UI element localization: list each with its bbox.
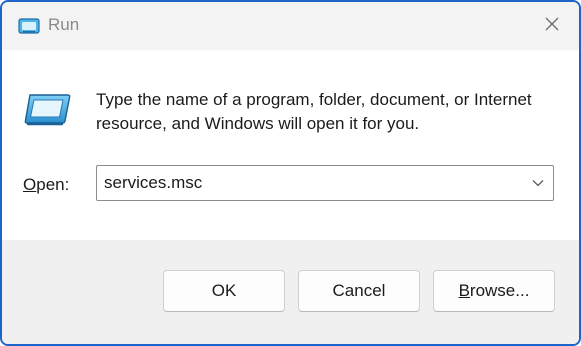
open-label: Open: <box>23 175 69 195</box>
title-bar[interactable]: Run <box>2 2 579 50</box>
open-input[interactable] <box>104 166 504 200</box>
close-icon <box>544 16 560 37</box>
window-title: Run <box>48 15 80 34</box>
open-label-text: pen: <box>36 175 70 194</box>
run-dialog: Run Type the name of a program, folder, … <box>0 0 581 346</box>
dialog-content: Type the name of a program, folder, docu… <box>2 50 579 240</box>
button-bar: OK Cancel Browse... <box>2 240 579 344</box>
open-combobox[interactable] <box>96 165 554 201</box>
chevron-down-icon[interactable] <box>531 176 545 190</box>
run-program-icon <box>24 92 72 126</box>
close-button[interactable] <box>525 2 579 50</box>
browse-button[interactable]: Browse... <box>433 270 555 312</box>
open-label-mnemonic: O <box>23 175 37 194</box>
browse-mnemonic: B <box>458 281 470 300</box>
browse-label: rowse... <box>469 281 530 300</box>
dialog-description: Type the name of a program, folder, docu… <box>96 90 532 133</box>
run-app-icon <box>18 18 40 34</box>
ok-button[interactable]: OK <box>163 270 285 312</box>
cancel-button[interactable]: Cancel <box>298 270 420 312</box>
